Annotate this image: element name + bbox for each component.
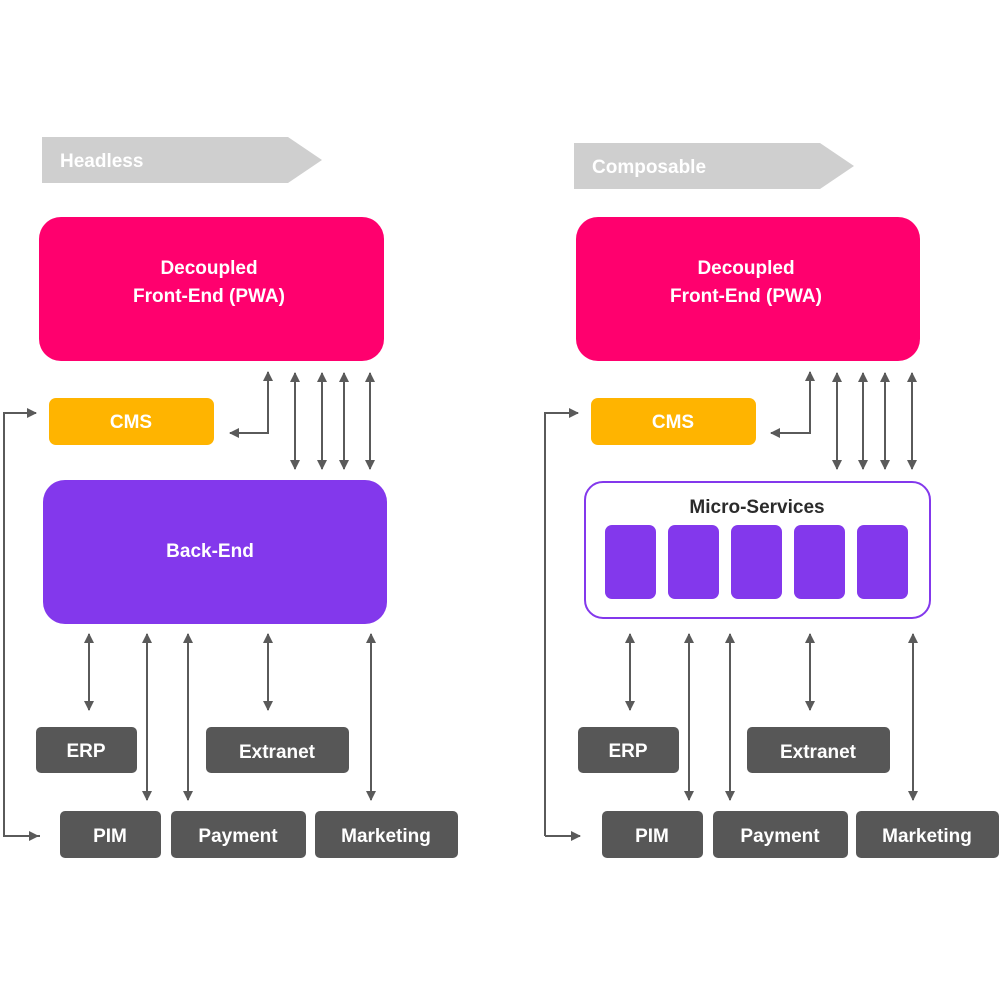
microservices-container: Micro-Services	[584, 481, 931, 619]
cms-label: CMS	[652, 412, 694, 433]
banner-label: Headless	[60, 151, 143, 172]
banner-label: Composable	[592, 157, 706, 178]
cms-label: CMS	[110, 412, 152, 433]
marketing-box: Marketing	[315, 811, 458, 858]
pim-box: PIM	[60, 811, 161, 858]
payment-box: Payment	[713, 811, 848, 858]
microservice-block	[857, 525, 908, 599]
frontend-box: Decoupled Front-End (PWA)	[39, 217, 384, 361]
composable-banner: Composable	[574, 143, 854, 189]
pim-cms-loop-arrow	[544, 408, 579, 836]
erp-box: ERP	[578, 727, 679, 773]
microservice-block	[605, 525, 656, 599]
frontend-label-line1: Decoupled	[697, 258, 794, 279]
erp-label: ERP	[608, 741, 647, 762]
frontend-box: Decoupled Front-End (PWA)	[576, 217, 920, 361]
marketing-box: Marketing	[856, 811, 999, 858]
marketing-label: Marketing	[341, 826, 431, 847]
pim-cms-loop-arrow	[3, 408, 40, 837]
frontend-label-line2: Front-End (PWA)	[670, 286, 822, 307]
cms-box: CMS	[591, 398, 756, 445]
cms-box: CMS	[49, 398, 214, 445]
backend-label: Back-End	[166, 541, 254, 562]
headless-diagram: Headless Decoupled Front-End (PWA) CMS B…	[3, 137, 458, 858]
marketing-label: Marketing	[882, 826, 972, 847]
frontend-label-line2: Front-End (PWA)	[133, 286, 285, 307]
microservice-block	[794, 525, 845, 599]
headless-banner: Headless	[42, 137, 322, 183]
composable-diagram: Composable Decoupled Front-End (PWA) CMS…	[544, 143, 999, 858]
frontend-cms-arrow	[229, 371, 273, 438]
backend-box: Back-End	[43, 480, 387, 624]
payment-label: Payment	[740, 826, 820, 847]
erp-box: ERP	[36, 727, 137, 773]
pim-label: PIM	[635, 826, 669, 847]
payment-box: Payment	[171, 811, 306, 858]
pim-box: PIM	[602, 811, 703, 858]
frontend-label-line1: Decoupled	[160, 258, 257, 279]
extranet-box: Extranet	[206, 727, 349, 773]
microservices-title: Micro-Services	[689, 497, 824, 518]
microservice-block	[731, 525, 782, 599]
extranet-box: Extranet	[747, 727, 890, 773]
extranet-label: Extranet	[780, 742, 857, 763]
architecture-diagram: Headless Decoupled Front-End (PWA) CMS B…	[3, 137, 999, 858]
microservice-block	[668, 525, 719, 599]
extranet-label: Extranet	[239, 742, 316, 763]
frontend-cms-arrow	[770, 371, 815, 438]
payment-label: Payment	[198, 826, 278, 847]
pim-label: PIM	[93, 826, 127, 847]
erp-label: ERP	[66, 741, 105, 762]
